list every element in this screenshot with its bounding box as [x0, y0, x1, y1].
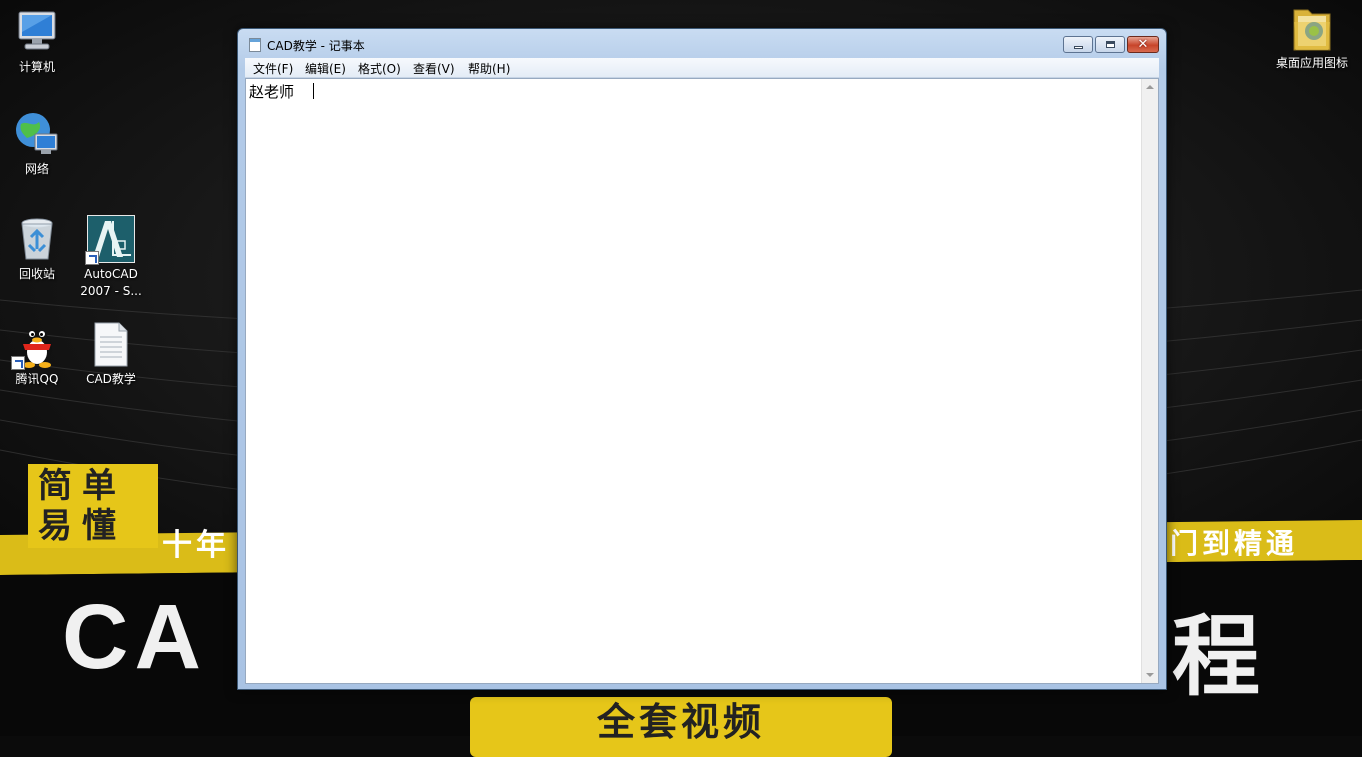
scroll-up-arrow-icon[interactable]: [1146, 85, 1154, 89]
desktop-icon-label: AutoCAD 2007 - S...: [80, 267, 142, 298]
qq-penguin-icon: [11, 320, 61, 370]
recycle-bin-icon: [13, 215, 61, 263]
desktop-icon-cad-doc[interactable]: CAD教学: [74, 320, 148, 388]
maximize-button[interactable]: [1095, 36, 1125, 53]
network-icon: [13, 110, 61, 158]
wallpaper-slogan-left: 十年: [162, 528, 230, 563]
wallpaper-badge: 简单 易懂: [28, 464, 158, 548]
desktop-icon-label: 腾讯QQ: [15, 372, 59, 386]
wallpaper-slogan-right: 门到精通: [1170, 527, 1299, 560]
menu-bar: 文件(F) 编辑(E) 格式(O) 查看(V) 帮助(H): [245, 58, 1159, 78]
menu-file[interactable]: 文件(F): [253, 60, 293, 77]
menu-help[interactable]: 帮助(H): [468, 60, 510, 77]
minimize-icon: [1074, 46, 1083, 49]
notepad-window[interactable]: CAD教学 - 记事本 ✕ 文件(F) 编辑(E) 格式(O) 查看(V) 帮助…: [237, 28, 1167, 690]
desktop-icon-recycle-bin[interactable]: 回收站: [0, 215, 74, 283]
badge-line-1: 简单: [38, 466, 126, 506]
desktop-icon-label: CAD教学: [86, 372, 136, 386]
close-icon: ✕: [1137, 37, 1149, 52]
maximize-icon: [1106, 41, 1115, 48]
desktop-icon-autocad[interactable]: AutoCAD 2007 - S...: [74, 214, 148, 300]
shortcut-arrow-icon: [11, 356, 25, 370]
minimize-button[interactable]: [1063, 36, 1093, 53]
notepad-icon: [249, 38, 261, 52]
shortcut-arrow-icon: [85, 251, 99, 265]
window-title: CAD教学 - 记事本: [267, 39, 365, 53]
vertical-scrollbar[interactable]: [1141, 79, 1158, 683]
desktop-icon-qq[interactable]: 腾讯QQ: [0, 320, 74, 388]
autocad-icon: [85, 214, 136, 265]
computer-icon: [13, 8, 61, 56]
editor-content[interactable]: 赵老师: [249, 81, 294, 102]
close-button[interactable]: ✕: [1127, 36, 1159, 53]
desktop-icon-app-folder[interactable]: 桌面应用图标: [1275, 4, 1349, 72]
menu-format[interactable]: 格式(O): [358, 60, 401, 77]
wallpaper-big-text-left: CA: [62, 586, 207, 688]
desktop-icon-network[interactable]: 网络: [0, 110, 74, 178]
window-titlebar[interactable]: CAD教学 - 记事本 ✕: [238, 29, 1166, 59]
desktop-icon-label: 回收站: [18, 267, 55, 281]
scroll-down-arrow-icon[interactable]: [1146, 673, 1154, 677]
wallpaper-big-text-right: 程: [1172, 605, 1261, 708]
desktop-icon-label: 计算机: [18, 60, 55, 74]
menu-edit[interactable]: 编辑(E): [305, 60, 346, 77]
badge-line-2: 易懂: [38, 506, 126, 546]
text-document-icon: [87, 320, 135, 368]
folder-icon: [1288, 4, 1336, 52]
desktop-icon-label: 桌面应用图标: [1275, 56, 1348, 70]
text-editor-area[interactable]: 赵老师: [245, 78, 1159, 684]
wallpaper-bottom-banner: 全套视频: [470, 697, 892, 757]
text-caret: [313, 83, 314, 99]
menu-view[interactable]: 查看(V): [413, 60, 455, 77]
desktop-icon-computer[interactable]: 计算机: [0, 8, 74, 76]
desktop-icon-label: 网络: [24, 162, 49, 176]
